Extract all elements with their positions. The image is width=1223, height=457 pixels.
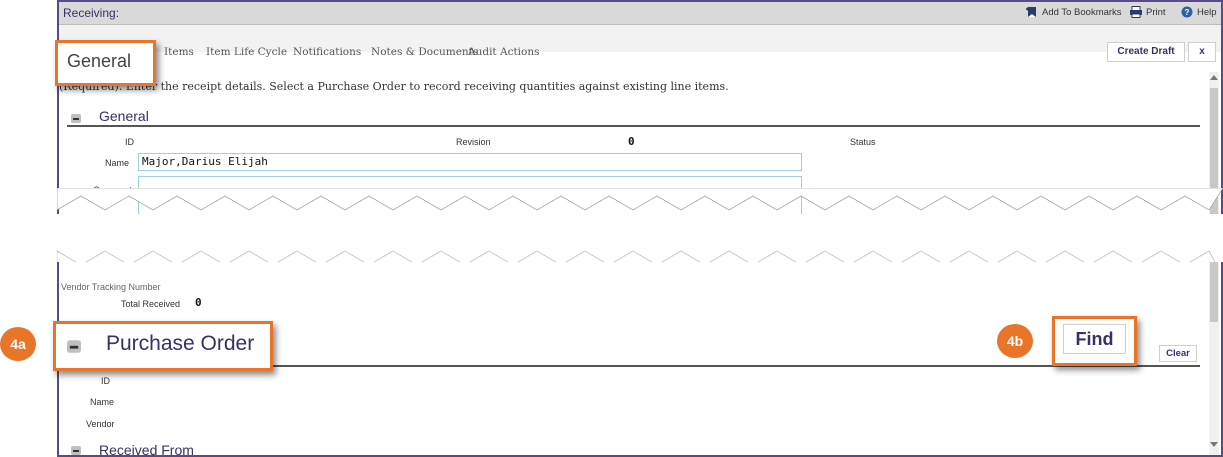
help-label: Help (1197, 6, 1217, 18)
tab-notifications[interactable]: Notifications (293, 46, 361, 58)
receiving-window-upper: Receiving: Add To Bookmarks Print ? Help… (57, 0, 1223, 214)
collapse-purchase-order-icon[interactable] (67, 340, 81, 353)
lower-scrollbar[interactable] (1209, 262, 1219, 455)
add-to-bookmarks-label: Add To Bookmarks (1042, 6, 1122, 18)
total-received-value: 0 (195, 296, 202, 309)
purchase-order-callout: Purchase Order (53, 321, 273, 371)
window-title: Receiving: (63, 6, 120, 20)
bookmark-icon (1026, 7, 1036, 17)
general-tab-callout[interactable]: General (55, 40, 156, 86)
svg-text:?: ? (1185, 8, 1190, 17)
general-section-heading: General (99, 108, 149, 124)
id-label: ID (125, 137, 134, 147)
instructions-text: (Required). Enter the receipt details. S… (59, 80, 729, 93)
purchase-order-heading: Purchase Order (106, 332, 255, 355)
name-field-value: Major,Darius Elijah (142, 155, 268, 168)
clear-button[interactable]: Clear (1159, 345, 1197, 362)
tab-item-life-cycle[interactable]: Item Life Cycle (206, 46, 287, 58)
printer-icon (1130, 6, 1142, 18)
lower-scrollbar-thumb[interactable] (1210, 262, 1218, 322)
tab-general[interactable]: General (67, 51, 131, 72)
collapse-received-from-icon[interactable] (71, 446, 81, 455)
step-4b-badge: 4b (997, 324, 1033, 358)
help-icon: ? (1181, 6, 1193, 18)
torn-edge-top (57, 188, 1223, 211)
find-button-callout[interactable]: Find (1052, 316, 1137, 366)
scroll-up-icon[interactable] (1210, 74, 1218, 80)
received-from-heading: Received From (99, 442, 194, 457)
step-4a-badge: 4a (0, 327, 36, 361)
name-label: Name (105, 158, 130, 168)
find-button[interactable]: Find (1063, 324, 1126, 354)
print-label: Print (1146, 6, 1166, 18)
tab-audit-actions[interactable]: Audit Actions (468, 46, 540, 58)
tab-items[interactable]: Items (164, 46, 194, 58)
scroll-down-icon[interactable] (1210, 442, 1218, 448)
print-button[interactable]: Print (1129, 6, 1166, 18)
create-draft-button[interactable]: Create Draft (1107, 42, 1185, 62)
status-label: Status (850, 137, 876, 147)
revision-label: Revision (456, 137, 491, 147)
vendor-tracking-label: Vendor Tracking Number (61, 282, 161, 292)
add-to-bookmarks-button[interactable]: Add To Bookmarks (1025, 6, 1122, 18)
po-id-label: ID (101, 376, 110, 386)
total-received-label: Total Received (121, 299, 181, 309)
po-vendor-label: Vendor (86, 419, 115, 429)
collapse-general-icon[interactable] (71, 114, 81, 123)
help-button[interactable]: ? Help (1180, 6, 1217, 18)
general-divider (67, 125, 1200, 127)
tab-notes-documents[interactable]: Notes & Documents (371, 46, 478, 58)
title-bar: Receiving: Add To Bookmarks Print ? Help (59, 2, 1221, 25)
name-field[interactable]: Major,Darius Elijah (138, 153, 802, 171)
close-button[interactable]: x (1188, 42, 1216, 62)
revision-value: 0 (628, 135, 635, 148)
po-name-label: Name (90, 397, 115, 407)
